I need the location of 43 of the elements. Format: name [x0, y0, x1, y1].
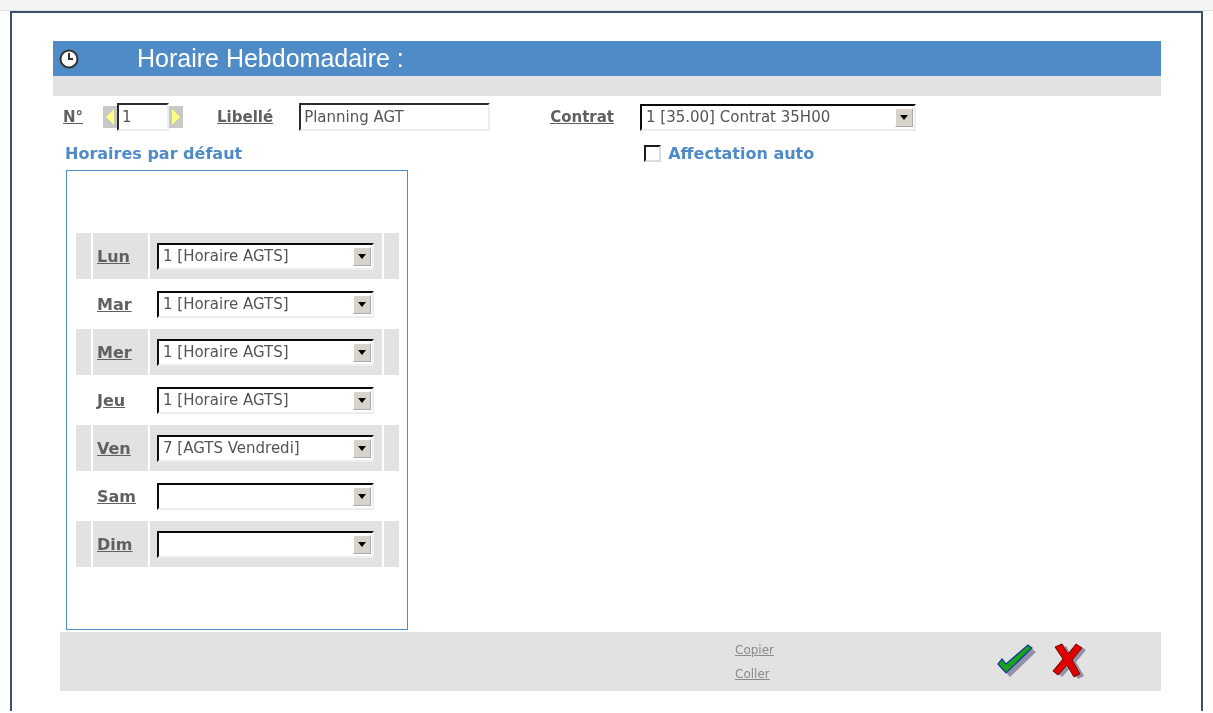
schedule-dropdown[interactable]: 1 [Horaire AGTS] [157, 290, 374, 318]
caret-icon [358, 301, 366, 307]
schedule-dropdown[interactable]: 1 [Horaire AGTS] [157, 242, 374, 270]
day-label: Mer [97, 342, 133, 362]
previous-arrow-button[interactable] [103, 106, 118, 128]
contrat-label: Contrat [550, 108, 614, 126]
dropdown-button[interactable] [353, 246, 371, 266]
dropdown-button[interactable] [353, 294, 371, 314]
libelle-field[interactable]: Planning AGT [299, 103, 491, 131]
checkbox[interactable] [644, 144, 662, 162]
number-label: N° [63, 108, 84, 126]
schedule-dropdown[interactable] [157, 482, 374, 510]
clock-icon [59, 48, 79, 69]
window-title: Horaire Hebdomadaire : [137, 44, 404, 73]
contrat-dropdown[interactable]: 1 [35.00] Contrat 35H00 [640, 103, 916, 131]
dropdown-button[interactable] [353, 438, 371, 458]
schedule-dropdown[interactable]: 1 [Horaire AGTS] [157, 338, 374, 366]
schedule-dropdown[interactable] [157, 530, 374, 558]
caret-icon [358, 493, 366, 499]
day-label: Sam [97, 486, 137, 506]
caret-icon [358, 253, 366, 259]
section-title: Horaires par défaut [65, 143, 243, 163]
caret-icon [900, 114, 908, 120]
day-label: Jeu [97, 390, 127, 410]
dropdown-button[interactable] [353, 534, 371, 554]
dropdown-button[interactable] [353, 342, 371, 362]
schedule-dropdown[interactable]: 1 [Horaire AGTS] [157, 386, 374, 414]
day-label: Ven [97, 438, 132, 458]
dropdown-button[interactable] [353, 390, 371, 410]
number-field[interactable]: 1 [117, 103, 170, 131]
day-label: Lun [97, 246, 131, 266]
caret-icon [358, 349, 366, 355]
libelle-label: Libellé [217, 108, 274, 126]
caret-icon [358, 541, 366, 547]
day-label: Dim [97, 534, 134, 554]
dropdown-button[interactable] [895, 107, 913, 127]
schedule-dropdown[interactable]: 7 [AGTS Vendredi] [157, 434, 374, 462]
caret-icon [358, 397, 366, 403]
day-label: Mar [97, 294, 133, 314]
caret-icon [358, 445, 366, 451]
dropdown-button[interactable] [353, 486, 371, 506]
checkbox-label: Affectation auto [668, 143, 815, 163]
cross-button[interactable] [1052, 642, 1088, 681]
